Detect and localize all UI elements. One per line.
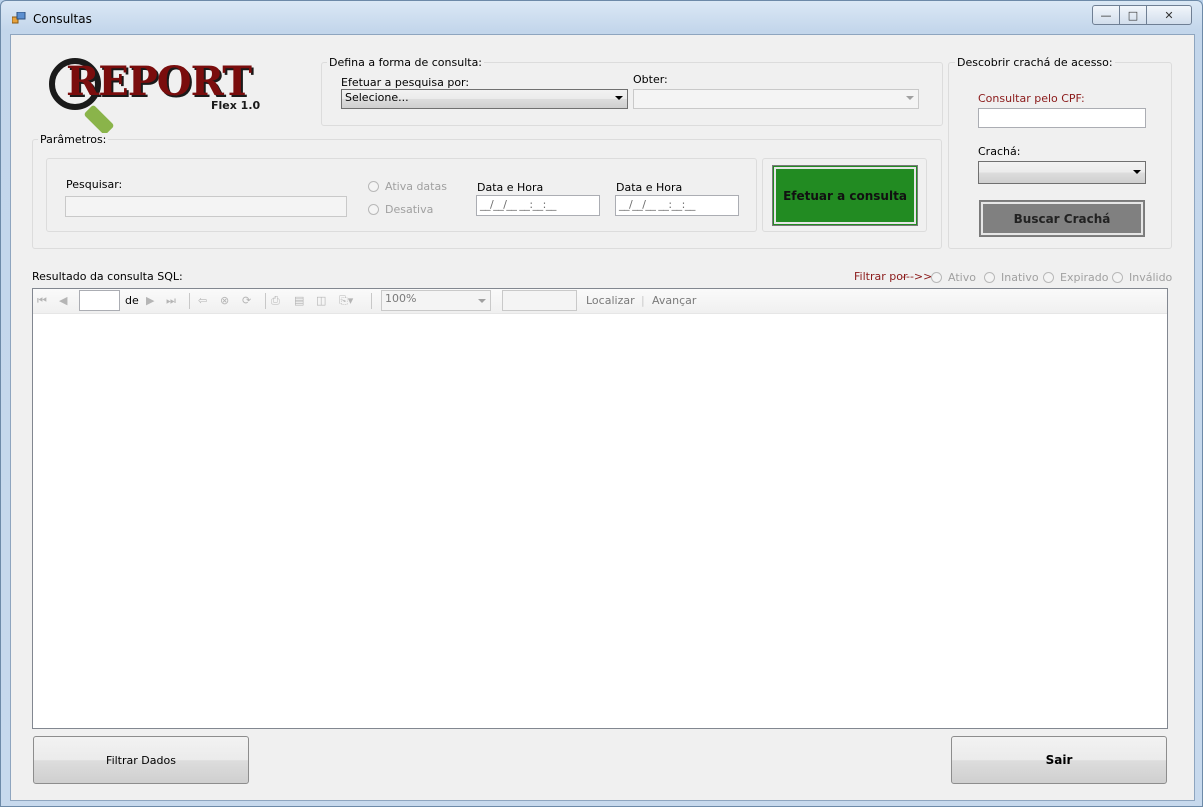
filter-invalido-radio[interactable]: Inválido [1112,271,1172,284]
data-hora-1-input[interactable]: __/__/__ __:__:__ [476,195,600,216]
chevron-down-icon [1133,170,1141,174]
radio-circle-icon [368,181,379,192]
cpf-label: Consultar pelo CPF: [978,92,1085,105]
data-hora-2-label: Data e Hora [616,181,683,194]
pesquisa-select-value: Selecione... [345,91,409,104]
report-viewer: ⏮ ◀ de ▶ ⏭ ⇦ ⊗ ⟳ ⎙ ▤ ◫ ⎘▾ 100% Localizar… [32,288,1168,729]
cpf-input[interactable] [978,108,1146,128]
first-page-icon[interactable]: ⏮ [37,294,47,308]
filter-expirado-label: Expirado [1060,271,1109,284]
filter-ativo-radio[interactable]: Ativo [931,271,976,284]
filter-ativo-label: Ativo [948,271,976,284]
radio-circle-icon [1112,272,1123,283]
pesquisar-input[interactable] [65,196,347,217]
filter-inativo-label: Inativo [1001,271,1039,284]
pesquisa-label: Efetuar a pesquisa por: [341,76,470,89]
ativa-datas-radio[interactable]: Ativa datas [368,180,447,193]
pesquisa-select[interactable]: Selecione... [341,89,628,109]
page-of-label: de [125,294,139,307]
page-number-input[interactable] [79,290,120,311]
toolbar-separator [265,293,266,309]
filtrar-dados-button[interactable]: Filtrar Dados [33,736,249,784]
toolbar-separator [189,293,190,309]
print-layout-icon[interactable]: ▤ [294,294,304,308]
resultado-label: Resultado da consulta SQL: [32,270,183,283]
data-hora-1-label: Data e Hora [477,181,544,194]
desativa-label: Desativa [385,203,434,216]
last-page-icon[interactable]: ⏭ [166,294,176,308]
radio-circle-icon [368,204,379,215]
buscar-cracha-button[interactable]: Buscar Crachá [979,200,1145,237]
back-icon[interactable]: ⇦ [198,294,207,308]
consulta-group-label: Defina a forma de consulta: [327,56,485,69]
chevron-down-icon [906,96,914,100]
filtrar-por-label: Filtrar por [854,270,908,283]
ativa-datas-label: Ativa datas [385,180,447,193]
desativa-radio[interactable]: Desativa [368,203,433,216]
maximize-button[interactable]: □ [1119,5,1147,25]
logo-subtitle: Flex 1.0 [211,99,261,112]
toolbar-text-separator: | [641,294,645,307]
page-setup-icon[interactable]: ◫ [316,294,326,308]
export-icon[interactable]: ⎘▾ [339,294,353,308]
minimize-button[interactable]: — [1092,5,1120,25]
cracha-label: Crachá: [978,145,1021,158]
logo-title: REPORT [66,58,252,105]
maximize-icon: □ [1127,8,1139,22]
app-icon [12,12,26,24]
report-toolbar: ⏮ ◀ de ▶ ⏭ ⇦ ⊗ ⟳ ⎙ ▤ ◫ ⎘▾ 100% Localizar… [33,289,1167,314]
obter-select[interactable] [633,89,919,109]
obter-label: Obter: [633,73,668,86]
cracha-group-label: Descobrir crachá de acesso: [955,56,1115,69]
localizar-link[interactable]: Localizar [586,294,635,307]
radio-circle-icon [931,272,942,283]
sair-button[interactable]: Sair [951,736,1167,784]
efetuar-consulta-button[interactable]: Efetuar a consulta [772,165,918,226]
refresh-icon[interactable]: ⟳ [242,294,251,308]
data-hora-2-input[interactable]: __/__/__ __:__:__ [615,195,739,216]
radio-circle-icon [1043,272,1054,283]
filtrar-por-arrow: --->> [902,270,933,283]
stop-icon[interactable]: ⊗ [220,294,229,308]
report-logo: REPORT Flex 1.0 [48,55,283,135]
pesquisar-label: Pesquisar: [66,178,123,191]
minimize-icon: — [1100,8,1112,22]
avancar-link[interactable]: Avançar [652,294,696,307]
filter-inativo-radio[interactable]: Inativo [984,271,1039,284]
find-input[interactable] [502,290,577,311]
chevron-down-icon [478,299,486,303]
cracha-select[interactable] [978,161,1146,184]
next-page-icon[interactable]: ▶ [146,294,154,308]
window-title: Consultas [33,12,92,26]
chevron-down-icon [615,96,623,100]
zoom-select[interactable]: 100% [381,290,491,311]
toolbar-separator [371,293,372,309]
close-button[interactable]: ✕ [1146,5,1192,25]
previous-page-icon[interactable]: ◀ [59,294,67,308]
parametros-group-label: Parâmetros: [38,133,109,146]
close-icon: ✕ [1164,8,1174,22]
radio-circle-icon [984,272,995,283]
filter-invalido-label: Inválido [1129,271,1173,284]
print-icon[interactable]: ⎙ [271,294,280,308]
zoom-select-value: 100% [385,292,417,305]
title-bar[interactable]: Consultas — □ ✕ [1,1,1202,33]
form-client-area: REPORT Flex 1.0 Defina a forma de consul… [10,34,1195,801]
filter-expirado-radio[interactable]: Expirado [1043,271,1108,284]
window: Consultas — □ ✕ REPORT Flex 1.0 Defina a… [0,0,1203,807]
